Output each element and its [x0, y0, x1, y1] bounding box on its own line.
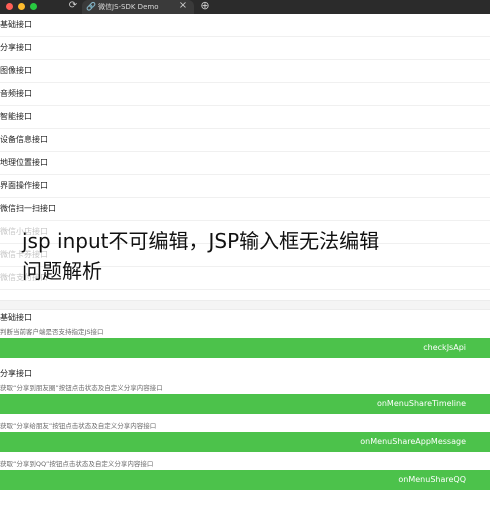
menu-item-label: 界面操作接口 [0, 181, 48, 190]
minimize-window-dot[interactable] [18, 3, 25, 10]
menu-item-scan[interactable]: 微信扫一扫接口 [0, 198, 490, 221]
api-content: 基础接口 判断当前客户端是否支持指定JS接口 checkJsApi 分享接口 获… [0, 310, 490, 490]
menu-item-label: 智能接口 [0, 112, 32, 121]
browser-top-bar: ⟳ 🔗 微信JS-SDK Demo × ⊕ [0, 0, 490, 14]
menu-item-basic[interactable]: 基础接口 [0, 14, 490, 37]
menu-item-share[interactable]: 分享接口 [0, 37, 490, 60]
on-menu-share-app-message-button[interactable]: onMenuShareAppMessage [0, 432, 490, 452]
menu-item-card[interactable]: 微信卡券接口 [0, 244, 490, 267]
menu-item-label: 分享接口 [0, 43, 32, 52]
menu-item-label: 微信小店接口 [0, 227, 48, 236]
check-js-api-button[interactable]: checkJsApi [0, 338, 490, 358]
menu-item-label: 微信卡券接口 [0, 250, 48, 259]
new-tab-icon[interactable]: ⊕ [200, 0, 210, 11]
menu-item-label: 地理位置接口 [0, 158, 48, 167]
section-title-basic: 基础接口 [0, 313, 32, 322]
menu-item-ui[interactable]: 界面操作接口 [0, 175, 490, 198]
refresh-icon[interactable]: ⟳ [68, 1, 78, 11]
menu-item-audio[interactable]: 音频接口 [0, 83, 490, 106]
menu-item-label: 设备信息接口 [0, 135, 48, 144]
browser-tab[interactable]: 🔗 微信JS-SDK Demo × [82, 0, 194, 14]
on-menu-share-qq-button[interactable]: onMenuShareQQ [0, 470, 490, 490]
menu-item-label: 微信扫一扫接口 [0, 204, 56, 213]
menu-item-image[interactable]: 图像接口 [0, 60, 490, 83]
section-title-share: 分享接口 [0, 369, 32, 378]
tab-title: 微信JS-SDK Demo [98, 3, 159, 11]
description-check-js-api: 判断当前客户端是否支持指定JS接口 [0, 328, 104, 336]
menu-item-store[interactable]: 微信小店接口 [0, 221, 490, 244]
close-window-dot[interactable] [6, 3, 13, 10]
api-menu: 基础接口 分享接口 图像接口 音频接口 智能接口 设备信息接口 地理位置接口 界… [0, 14, 490, 290]
on-menu-share-timeline-button[interactable]: onMenuShareTimeline [0, 394, 490, 414]
description-share-timeline: 获取“分享到朋友圈”按钮点击状态及自定义分享内容接口 [0, 384, 163, 392]
menu-item-label: 微信支付接口 [0, 273, 48, 282]
section-divider [0, 300, 490, 310]
description-share-qq: 获取“分享到QQ”按钮点击状态及自定义分享内容接口 [0, 460, 154, 468]
menu-item-pay[interactable]: 微信支付接口 [0, 267, 490, 290]
menu-item-location[interactable]: 地理位置接口 [0, 152, 490, 175]
menu-item-device[interactable]: 设备信息接口 [0, 129, 490, 152]
menu-item-label: 音频接口 [0, 89, 32, 98]
zoom-window-dot[interactable] [30, 3, 37, 10]
menu-item-label: 图像接口 [0, 66, 32, 75]
link-icon: 🔗 [86, 2, 96, 11]
description-share-app-message: 获取“分享给朋友”按钮点击状态及自定义分享内容接口 [0, 422, 157, 430]
menu-item-smart[interactable]: 智能接口 [0, 106, 490, 129]
close-icon[interactable]: × [178, 1, 188, 11]
menu-item-label: 基础接口 [0, 20, 32, 29]
